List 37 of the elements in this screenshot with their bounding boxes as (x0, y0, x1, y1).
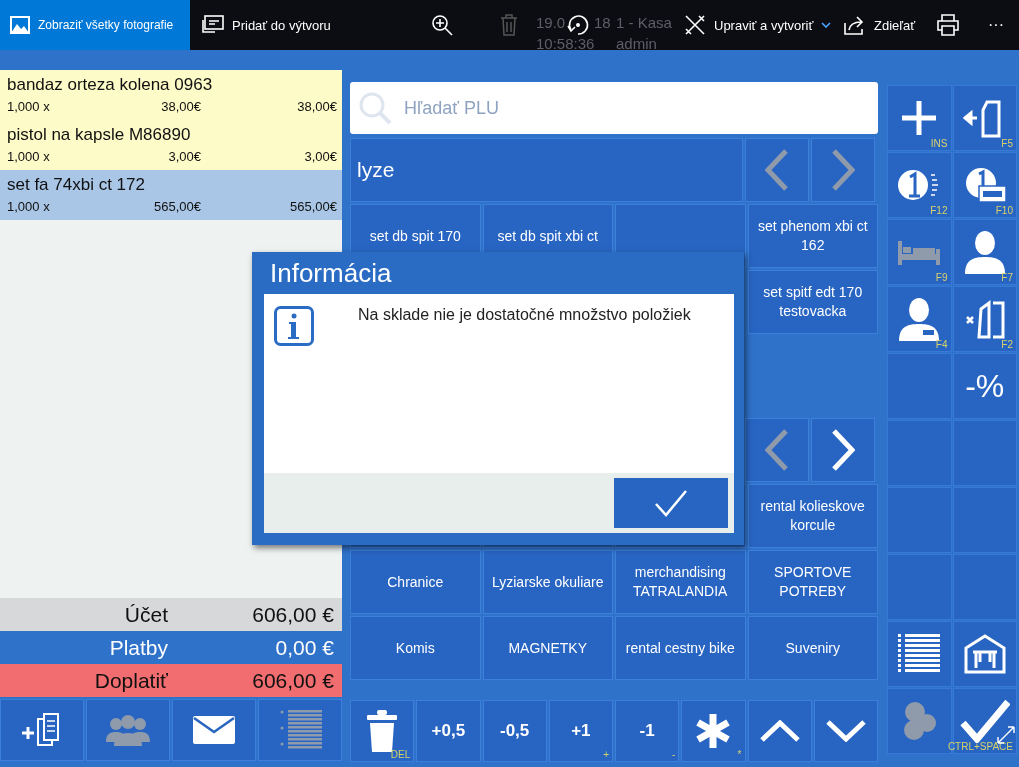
shortcut-label: F7 (1001, 272, 1013, 283)
shortcut-label: F4 (935, 339, 948, 350)
shortcut-label: - (671, 749, 676, 760)
item-total: 565,00€ (289, 199, 337, 214)
shortcut-label: F10 (995, 205, 1013, 216)
header-date: 19.0 (536, 14, 566, 31)
register-name: 1 - Kasa (616, 14, 672, 31)
item-quantity: 1,000 x (7, 199, 51, 214)
item-name: set fa 74xbi ct 172 (7, 175, 146, 195)
item-total: 38,00€ (296, 99, 337, 114)
total-label: Doplatiť (93, 668, 168, 693)
dialog-message: Na sklade nie je dostatočné množstvo položiek (358, 306, 691, 325)
total-value: 606,00 € (251, 602, 335, 627)
shortcut-label: * (737, 749, 742, 760)
shortcut-label: F9 (935, 272, 948, 283)
shortcut-label: F2 (1001, 339, 1013, 350)
shortcut-label: F12 (930, 205, 948, 216)
item-price: 3,00€ (167, 149, 201, 164)
shortcut-label: DEL (390, 749, 411, 760)
shortcut-label: F5 (1001, 138, 1013, 149)
total-value: 0,00 € (274, 635, 335, 660)
total-value: 606,00 € (251, 668, 335, 693)
item-quantity: 1,000 x (7, 99, 51, 114)
total-label: Platby (108, 635, 168, 660)
item-total: 3,00€ (303, 149, 337, 164)
user-name: admin (616, 35, 657, 52)
header-date: 18 (594, 14, 611, 31)
item-name: pistol na kapsle M86890 (7, 125, 192, 145)
header-time: 10:58:36 (536, 35, 595, 52)
item-quantity: 1,000 x (7, 149, 51, 164)
category-title: lyze (350, 138, 743, 202)
shortcut-label: INS (930, 138, 948, 149)
item-price: 38,00€ (160, 99, 201, 114)
item-name: bandaz orteza kolena 0963 (7, 75, 214, 95)
item-price: 565,00€ (153, 199, 201, 214)
shortcut-label: + (603, 749, 609, 760)
total-label: Účet (123, 602, 168, 627)
